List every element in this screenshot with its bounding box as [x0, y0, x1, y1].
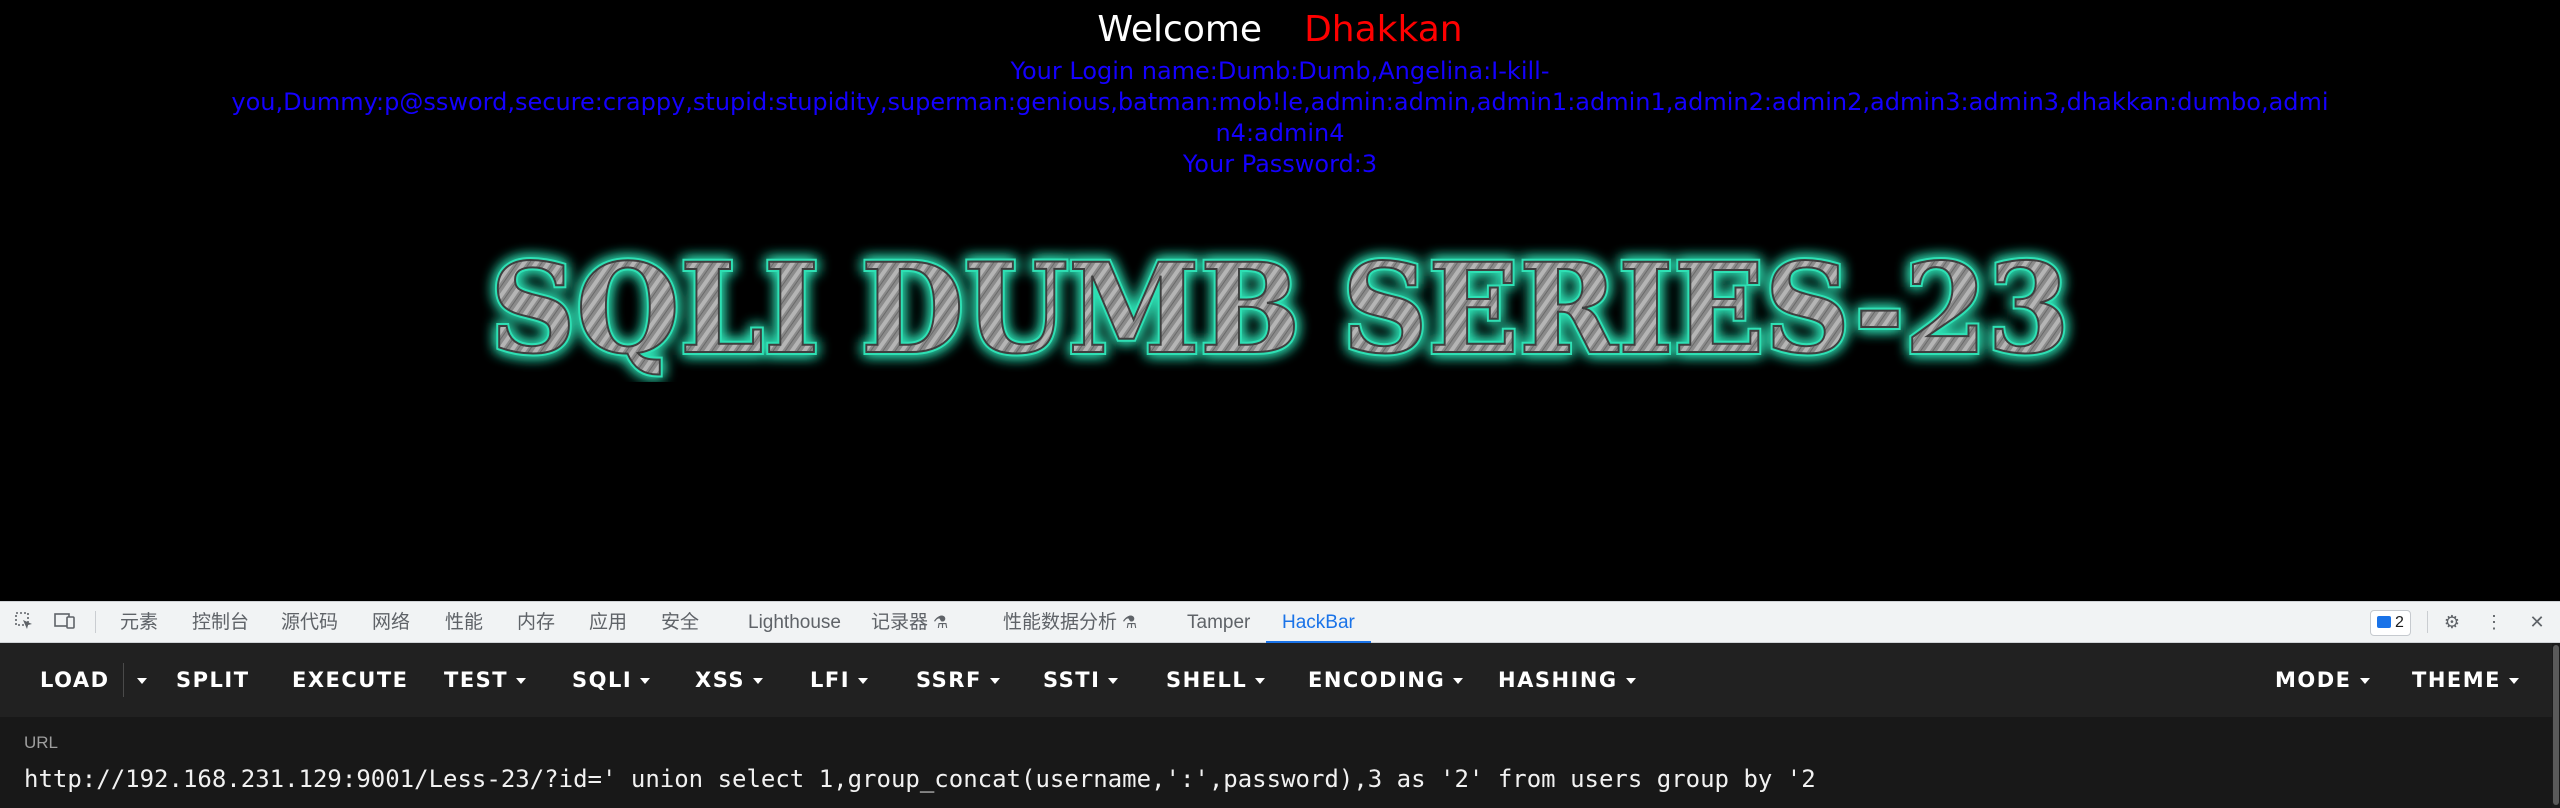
tab-recorder-label: 记录器 — [871, 612, 929, 633]
hashing-menu-label: HASHING — [1498, 668, 1618, 692]
chevron-down-icon — [858, 678, 869, 684]
tab-sources[interactable]: 源代码 — [281, 602, 338, 643]
chevron-down-icon — [640, 678, 651, 684]
login-name-line2: you,Dummy:p@ssword,secure:crappy,stupid:… — [231, 88, 2329, 147]
chevron-down-icon — [516, 678, 527, 684]
test-menu-button[interactable]: TEST — [444, 643, 527, 717]
chevron-down-icon — [1625, 678, 1636, 684]
banner-text: SQLI DUMB SERIES-23 — [490, 237, 2070, 382]
theme-menu-label: THEME — [2412, 668, 2501, 692]
login-name-line1: Your Login name:Dumb:Dumb,Angelina:I-kil… — [1010, 57, 1550, 85]
chevron-down-icon — [1453, 678, 1464, 684]
more-menu-icon[interactable]: ⋮ — [2482, 611, 2506, 633]
sqli-banner-image: SQLI DUMB SERIES-23 SQLI DUMB SERIES-23 — [487, 234, 2073, 382]
mode-menu-button[interactable]: MODE — [2275, 643, 2370, 717]
issues-count: 2 — [2395, 614, 2404, 631]
hackbar-toolbar: LOAD SPLIT EXECUTE TEST SQLI XSS LFI SSR… — [0, 643, 2552, 717]
chevron-down-icon — [753, 678, 763, 684]
web-page: Welcome Dhakkan Your Login name:Dumb:Dumb… — [0, 0, 2560, 601]
tab-elements[interactable]: 元素 — [120, 602, 158, 643]
chevron-down-icon — [2509, 678, 2519, 684]
password-line: Your Password:3 — [1182, 150, 1378, 178]
tab-tamper[interactable]: Tamper — [1187, 602, 1250, 643]
mode-menu-label: MODE — [2275, 668, 2352, 692]
test-menu-label: TEST — [444, 668, 509, 692]
sqli-menu-button[interactable]: SQLI — [572, 643, 651, 717]
tab-console[interactable]: 控制台 — [192, 602, 249, 643]
tab-performance-insights-label: 性能数据分析 — [1003, 612, 1118, 633]
sqli-menu-label: SQLI — [572, 668, 633, 692]
devtools-panel: 元素 控制台 源代码 网络 性能 内存 应用 安全 Lighthouse 记录器… — [0, 601, 2560, 808]
hashing-menu-button[interactable]: HASHING — [1498, 643, 1636, 717]
tab-performance[interactable]: 性能 — [445, 602, 483, 643]
encoding-menu-label: ENCODING — [1308, 668, 1446, 692]
chevron-down-icon — [1255, 678, 1266, 684]
encoding-menu-button[interactable]: ENCODING — [1308, 643, 1464, 717]
devtools-tabbar: 元素 控制台 源代码 网络 性能 内存 应用 安全 Lighthouse 记录器… — [0, 601, 2560, 644]
tab-security[interactable]: 安全 — [661, 602, 699, 643]
xss-menu-label: XSS — [695, 668, 745, 692]
scrollbar[interactable] — [2552, 643, 2560, 808]
hackbar-url-area: URL http://192.168.231.129:9001/Less-23/… — [0, 717, 2552, 808]
flask-icon: ⚗ — [933, 613, 949, 632]
load-dropdown-button[interactable] — [129, 643, 147, 717]
tab-performance-insights[interactable]: 性能数据分析 ⚗ — [1003, 602, 1137, 643]
close-icon[interactable]: ✕ — [2525, 611, 2549, 633]
lfi-menu-button[interactable]: LFI — [810, 643, 869, 717]
split-button[interactable]: SPLIT — [176, 643, 250, 717]
tab-network[interactable]: 网络 — [372, 602, 410, 643]
tab-lighthouse[interactable]: Lighthouse — [748, 602, 841, 643]
chevron-down-icon — [989, 678, 1000, 684]
issues-badge[interactable]: 2 — [2370, 610, 2411, 636]
url-input[interactable]: http://192.168.231.129:9001/Less-23/?id=… — [24, 765, 1816, 793]
ssrf-menu-button[interactable]: SSRF — [916, 643, 1000, 717]
username-text: Dhakkan — [1304, 9, 1463, 50]
flask-icon: ⚗ — [1122, 613, 1138, 632]
load-button[interactable]: LOAD — [40, 643, 110, 717]
url-label: URL — [24, 733, 59, 752]
ssti-menu-button[interactable]: SSTI — [1043, 643, 1119, 717]
tab-memory[interactable]: 内存 — [517, 602, 555, 643]
welcome-text: Welcome — [1097, 9, 1263, 50]
xss-menu-button[interactable]: XSS — [695, 643, 763, 717]
welcome-line: Welcome Dhakkan — [0, 8, 2560, 52]
ssrf-menu-label: SSRF — [916, 668, 982, 692]
tab-application[interactable]: 应用 — [589, 602, 627, 643]
chevron-down-icon — [1108, 678, 1119, 684]
chevron-down-icon — [2359, 678, 2370, 684]
login-info: Your Login name:Dumb:Dumb,Angelina:I-kil… — [225, 56, 2335, 180]
tab-hackbar[interactable]: HackBar — [1266, 602, 1371, 644]
device-toolbar-icon[interactable] — [53, 611, 77, 633]
execute-button[interactable]: EXECUTE — [292, 643, 409, 717]
theme-menu-button[interactable]: THEME — [2412, 643, 2519, 717]
chevron-down-icon — [137, 678, 147, 684]
settings-icon[interactable]: ⚙ — [2440, 611, 2464, 633]
lfi-menu-label: LFI — [810, 668, 851, 692]
shell-menu-label: SHELL — [1166, 668, 1248, 692]
tab-recorder[interactable]: 记录器 ⚗ — [871, 602, 948, 643]
scrollbar-thumb[interactable] — [2553, 645, 2559, 805]
shell-menu-button[interactable]: SHELL — [1166, 643, 1266, 717]
inspect-element-icon[interactable] — [12, 611, 36, 633]
issues-icon — [2377, 616, 2391, 628]
ssti-menu-label: SSTI — [1043, 668, 1101, 692]
